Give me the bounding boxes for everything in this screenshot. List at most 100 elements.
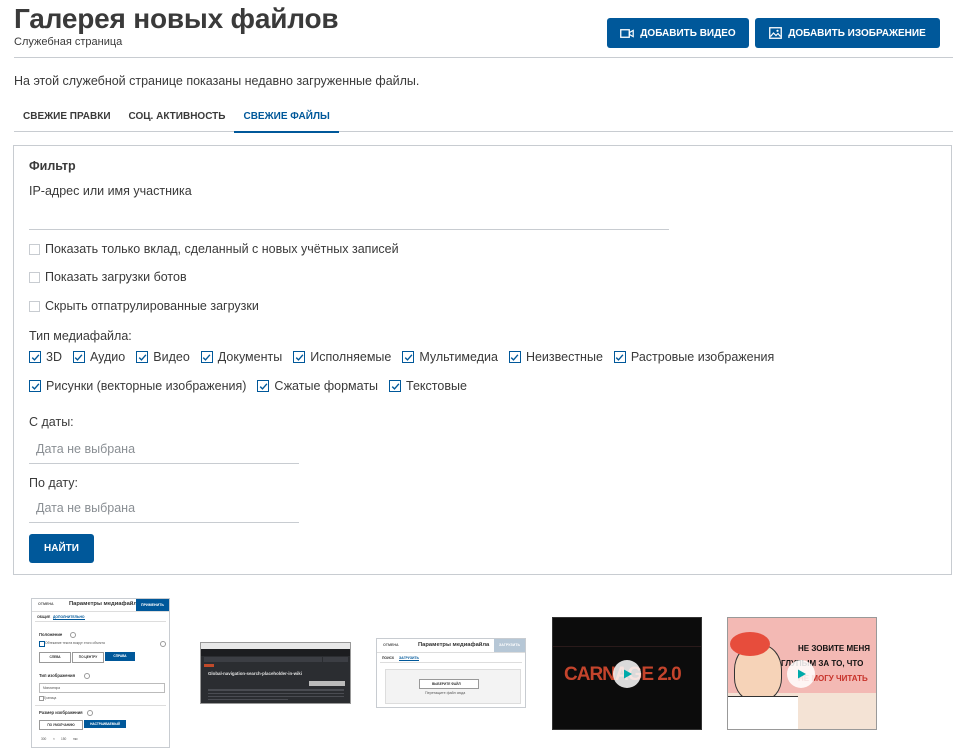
checkbox-label: Показать загрузки ботов — [45, 270, 187, 284]
thumb1-size: Размер изображения — [39, 710, 83, 715]
thumb1-cancel: Отмена — [38, 602, 54, 606]
thumbnail-video-carnage[interactable]: CARNAGE 2.0 — [552, 617, 702, 730]
media-type-r1-4[interactable]: Исполняемые — [293, 350, 391, 364]
checkbox-checked-icon[interactable] — [72, 351, 85, 363]
checkbox-hide-patrolled[interactable]: Скрыть отпатрулированные загрузки — [29, 299, 259, 313]
media-type-label: Аудио — [89, 350, 126, 364]
thumb1-height: 150 — [61, 737, 67, 741]
thumb1-tab-adv: Дополнительно — [53, 615, 85, 620]
image-icon — [769, 27, 783, 39]
thumb3-drop: Перетащите файл сюда — [425, 691, 466, 695]
media-type-label: Документы — [217, 350, 283, 364]
media-type-r1-5[interactable]: Мультимедиа — [402, 350, 498, 364]
thumb1-tab-main: Общие — [37, 615, 51, 619]
thumbnail-media-settings[interactable]: Отмена Параметры медиафайла Применить Об… — [31, 598, 170, 748]
thumb1-img-type-value: Миниатюра — [43, 685, 61, 690]
thumbnail-dark-wiki[interactable]: Global-navigation-search-placeholder-in-… — [200, 642, 351, 704]
to-date-placeholder: Дата не выбрана — [36, 501, 136, 515]
thumb1-width: 300 — [41, 737, 47, 741]
add-image-label: Добавить изображение — [788, 27, 926, 39]
media-type-label: Мультимедиа — [419, 350, 498, 364]
checkbox-checked-icon[interactable] — [200, 351, 213, 363]
checkbox-box[interactable] — [29, 271, 40, 283]
media-type-r2-2[interactable]: Текстовые — [389, 379, 467, 393]
media-type-label: Рисунки (векторные изображения) — [46, 379, 247, 393]
tab-recent-changes[interactable]: Свежие правки — [14, 103, 120, 131]
media-type-r1-0[interactable]: 3D — [29, 350, 62, 364]
checkbox-checked-icon[interactable] — [613, 351, 626, 363]
media-types-row-1: 3D Аудио Видео Документы Исполняемые Мультиме… — [29, 350, 785, 364]
add-video-button[interactable]: Добавить видео — [607, 18, 749, 48]
media-type-r2-0[interactable]: Рисунки (векторные изображения) — [29, 379, 246, 393]
media-type-label: 3D — [46, 350, 62, 364]
thumb1-wrap: Обтекание текста вокруг этого объекта — [45, 641, 105, 645]
play-triangle-icon — [798, 669, 806, 679]
user-input[interactable] — [29, 202, 669, 229]
checkbox-checked-icon[interactable] — [293, 351, 306, 363]
thumb1-title: Параметры медиафайла — [69, 601, 141, 607]
thumb3-cancel: Отмена — [383, 643, 399, 647]
thumb5-line1: НЕ ЗОВИТЕ МЕНЯ — [798, 644, 870, 653]
thumb2-heading: Global-navigation-search-placeholder-in-… — [208, 671, 302, 676]
media-type-label: Исполняемые — [310, 350, 392, 364]
checkbox-label: Показать только вклад, сделанный с новых… — [45, 242, 399, 256]
play-icon[interactable] — [613, 660, 641, 688]
media-type-r1-1[interactable]: Аудио — [72, 350, 126, 364]
thumb1-position: Положение — [39, 632, 63, 637]
tab-bar: Свежие правки Соц. активность Свежие фай… — [14, 103, 953, 133]
media-type-label: Неизвестные — [525, 350, 603, 364]
intro-text: На этой служебной странице показаны неда… — [14, 74, 420, 88]
filter-title: Фильтр — [29, 159, 76, 173]
thumb3-tab-search: Поиск — [382, 656, 395, 660]
thumb1-times: × — [53, 737, 55, 741]
media-type-r1-6[interactable]: Неизвестные — [508, 350, 603, 364]
media-type-label: Видео — [153, 350, 190, 364]
thumb1-px: пкс — [73, 737, 78, 741]
tab-new-files[interactable]: Свежие файлы — [234, 103, 339, 133]
thumb3-upload: Загрузить — [494, 639, 525, 652]
media-type-r1-3[interactable]: Документы — [200, 350, 283, 364]
thumb1-apply: Применить — [136, 599, 169, 611]
media-type-r1-2[interactable]: Видео — [136, 350, 190, 364]
checkbox-checked-icon[interactable] — [29, 351, 41, 363]
checkbox-checked-icon[interactable] — [29, 380, 41, 392]
from-date-input[interactable]: Дата не выбрана — [29, 435, 299, 464]
checkbox-checked-icon[interactable] — [257, 380, 270, 392]
thumb3-choose: Выберите файл — [432, 681, 461, 686]
video-camera-icon — [620, 28, 635, 38]
tab-social-activity[interactable]: Соц. активность — [120, 103, 235, 131]
media-type-r1-7[interactable]: Растровые изображения — [613, 350, 774, 364]
thumb1-info-icon — [84, 673, 90, 679]
media-type-label: Текстовые — [406, 379, 467, 393]
checkbox-bot-uploads[interactable]: Показать загрузки ботов — [29, 270, 187, 284]
thumb1-info-icon — [70, 632, 76, 638]
thumb1-btn-right: Справа — [105, 652, 135, 661]
media-type-r2-1[interactable]: Сжатые форматы — [257, 379, 378, 393]
play-icon[interactable] — [787, 660, 815, 688]
thumbnail-video-meme[interactable]: НЕ ЗОВИТЕ МЕНЯ ГЛУПЫМ ЗА ТО, ЧТО НЕ МОГУ… — [727, 617, 877, 730]
thumb1-btn-center: По центру — [72, 652, 104, 663]
checkbox-checked-icon[interactable] — [402, 351, 415, 363]
media-type-label: Тип медиафайла: — [29, 329, 132, 343]
checkbox-label: Скрыть отпатрулированные загрузки — [45, 299, 259, 313]
checkbox-checked-icon[interactable] — [508, 351, 521, 363]
thumbnail-upload-dialog[interactable]: Отмена Параметры медиафайла Загрузить По… — [376, 638, 526, 708]
thumb1-custom: Настраиваемый — [84, 720, 126, 728]
find-button[interactable]: Найти — [29, 534, 94, 563]
thumb3-title: Параметры медиафайла — [418, 642, 490, 648]
thumb1-default: По умолчанию — [39, 720, 83, 730]
add-image-button[interactable]: Добавить изображение — [755, 18, 940, 48]
checkbox-box[interactable] — [29, 243, 40, 255]
checkbox-checked-icon[interactable] — [136, 351, 149, 363]
checkbox-new-accounts[interactable]: Показать только вклад, сделанный с новых… — [29, 242, 399, 256]
checkbox-checked-icon[interactable] — [389, 380, 402, 392]
filter-panel: Фильтр IP-адрес или имя участника Показа… — [13, 145, 952, 575]
user-input-underline — [29, 229, 669, 230]
to-date-input[interactable]: Дата не выбрана — [29, 494, 299, 523]
checkbox-box[interactable] — [29, 300, 40, 312]
thumb1-img-type: Тип изображения — [39, 673, 76, 678]
from-date-label: С даты: — [29, 415, 74, 429]
to-date-label: По дату: — [29, 476, 78, 490]
media-types-row-2: Рисунки (векторные изображения) Сжатые фо… — [29, 379, 478, 393]
play-triangle-icon — [624, 669, 632, 679]
